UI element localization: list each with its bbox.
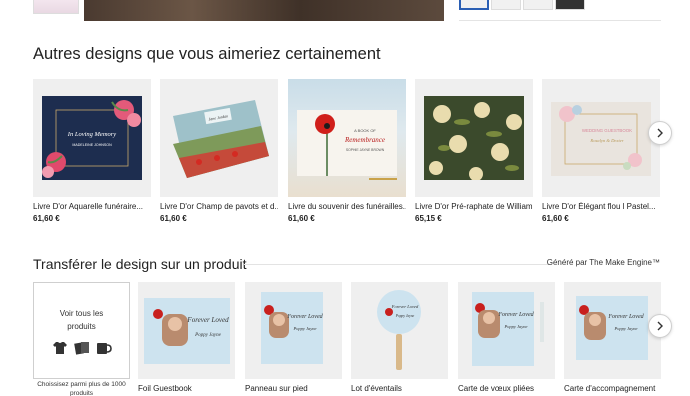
svg-text:Poppy Jayne: Poppy Jayne: [613, 326, 637, 331]
product-tile-name[interactable]: Carte d'accompagnement: [564, 384, 661, 393]
see-all-line1: Voir tous les: [59, 309, 104, 318]
previous-thumbnail[interactable]: [33, 0, 79, 14]
guestbook-poppy-field-image: Jane Jordan: [173, 100, 269, 178]
carousel-next-button[interactable]: [648, 121, 672, 145]
product-tile-image[interactable]: Forever Loved Poppy Jayne: [245, 282, 342, 379]
see-all-caption: Choissisez parmi plus de 1000 produits: [33, 380, 130, 396]
product-price: 61,60 €: [160, 214, 187, 223]
product-name[interactable]: Livre du souvenir des funérailles...: [288, 202, 406, 211]
folded-card-image: Forever Loved Poppy Jayne: [472, 292, 544, 366]
cards-icon: [73, 342, 89, 355]
product-price: 61,60 €: [33, 214, 60, 223]
svg-text:Poppy Jayne: Poppy Jayne: [503, 324, 527, 329]
product-price: 65,15 €: [415, 214, 442, 223]
product-tile-name[interactable]: Lot d'éventails: [351, 384, 448, 393]
see-all-line2: produits: [67, 322, 96, 331]
product-tile[interactable]: Forever Loved Poppy Jayne Carte de vœux …: [458, 282, 555, 393]
foil-guestbook-image: Forever Loved Poppy Jayne: [144, 298, 230, 364]
guestbook-navy-floral-image: In Loving Memory MADELEINE JOHNSON: [42, 96, 142, 180]
make-engine-credit: Généré par The Make Engine™: [546, 258, 660, 267]
product-tile-name[interactable]: Foil Guestbook: [138, 384, 235, 393]
guestbook-pastel-wedding-image: WEDDING GUESTBOOK Rosalyn & Dexter: [551, 102, 651, 176]
guestbook-morris-pattern-image: [424, 96, 524, 180]
see-all-caption-line1: Choissisez parmi plus de 1000: [37, 381, 126, 388]
chevron-right-icon: [657, 128, 663, 138]
product-image[interactable]: In Loving Memory MADELEINE JOHNSON: [33, 79, 151, 197]
product-tile[interactable]: Forever Loved Poppy Jayne Foil Guestbook: [138, 282, 235, 393]
svg-text:Rosalyn & Dexter: Rosalyn & Dexter: [589, 138, 623, 143]
tshirt-icon: [52, 342, 67, 354]
carousel-next-button[interactable]: [648, 314, 672, 338]
product-name[interactable]: Livre D'or Pré-raphate de William...: [415, 202, 533, 211]
product-card[interactable]: A BOOK OF Remembrance SOPHIE JAYNE BROWN…: [288, 79, 406, 223]
svg-text:Forever Loved: Forever Loved: [286, 314, 323, 320]
svg-text:Forever Loved: Forever Loved: [186, 316, 229, 324]
top-strip: [0, 0, 690, 22]
product-image[interactable]: [415, 79, 533, 197]
product-image[interactable]: Jane Jordan: [160, 79, 278, 197]
enclosure-card-image: Forever Loved Poppy Jayne: [576, 296, 648, 360]
section-separator: [244, 264, 550, 265]
product-tile[interactable]: Forever Loved Poppy Jayne Lot d'éventail…: [351, 282, 448, 393]
product-card[interactable]: In Loving Memory MADELEINE JOHNSON Livre…: [33, 79, 151, 223]
svg-text:Poppy Jayne: Poppy Jayne: [395, 314, 415, 318]
svg-text:Remembrance: Remembrance: [344, 136, 385, 144]
product-name[interactable]: Livre D'or Champ de pavots et d...: [160, 202, 278, 211]
hero-image-strip: [84, 0, 444, 21]
svg-text:Forever Loved: Forever Loved: [391, 304, 419, 309]
mug-icon: [96, 343, 112, 354]
svg-text:Poppy Jayne: Poppy Jayne: [292, 326, 316, 331]
svg-text:SOPHIE JAYNE BROWN: SOPHIE JAYNE BROWN: [346, 148, 385, 152]
svg-text:In Loving Memory: In Loving Memory: [67, 131, 116, 138]
product-tile-image[interactable]: Forever Loved Poppy Jayne: [351, 282, 448, 379]
svg-text:A BOOK OF: A BOOK OF: [354, 128, 376, 133]
view-thumbnails: [459, 0, 585, 10]
view-thumbnail[interactable]: [555, 0, 585, 10]
chevron-right-icon: [657, 321, 663, 331]
standing-sign-image: Forever Loved Poppy Jayne: [261, 292, 324, 364]
product-image[interactable]: WEDDING GUESTBOOK Rosalyn & Dexter: [542, 79, 660, 197]
svg-text:Forever Loved: Forever Loved: [607, 314, 644, 320]
view-thumbnail-selected[interactable]: [459, 0, 489, 10]
product-type-icons: [34, 341, 129, 355]
product-tile-image[interactable]: Forever Loved Poppy Jayne: [564, 282, 661, 379]
see-all-products-card[interactable]: Voir tous les produits: [33, 282, 130, 379]
product-name[interactable]: Livre D'or Élégant flou l Pastel...: [542, 202, 660, 211]
svg-text:WEDDING GUESTBOOK: WEDDING GUESTBOOK: [582, 128, 632, 133]
section-title-similar-designs: Autres designs que vous aimeriez certain…: [33, 45, 381, 63]
guestbook-remembrance-image: A BOOK OF Remembrance SOPHIE JAYNE BROWN: [297, 110, 397, 180]
product-tile-name[interactable]: Carte de vœux pliées: [458, 384, 555, 393]
view-thumbnail[interactable]: [523, 0, 553, 10]
product-tile[interactable]: Forever Loved Poppy Jayne Panneau sur pi…: [245, 282, 342, 393]
svg-text:Poppy Jayne: Poppy Jayne: [194, 333, 221, 338]
product-tile[interactable]: Forever Loved Poppy Jayne Carte d'accomp…: [564, 282, 661, 393]
product-card[interactable]: WEDDING GUESTBOOK Rosalyn & Dexter Livre…: [542, 79, 660, 223]
product-tile-image[interactable]: Forever Loved Poppy Jayne: [138, 282, 235, 379]
see-all-caption-line2: produits: [69, 390, 94, 396]
product-price: 61,60 €: [542, 214, 569, 223]
product-tile-image[interactable]: Forever Loved Poppy Jayne: [458, 282, 555, 379]
section-title-transfer-design: Transférer le design sur un produit: [33, 256, 247, 272]
product-card[interactable]: Livre D'or Pré-raphate de William... 65,…: [415, 79, 533, 223]
hand-fan-image: Forever Loved Poppy Jayne: [377, 290, 421, 370]
product-price: 61,60 €: [288, 214, 315, 223]
product-image[interactable]: A BOOK OF Remembrance SOPHIE JAYNE BROWN: [288, 79, 406, 197]
product-card[interactable]: Jane Jordan Livre D'or Champ de pavots e…: [160, 79, 278, 223]
svg-text:Forever Loved: Forever Loved: [497, 312, 534, 318]
product-tile-name[interactable]: Panneau sur pied: [245, 384, 342, 393]
product-name[interactable]: Livre D'or Aquarelle funéraire...: [33, 202, 151, 211]
svg-text:MADELEINE JOHNSON: MADELEINE JOHNSON: [72, 143, 112, 147]
view-thumbnail[interactable]: [491, 0, 521, 10]
divider: [459, 20, 661, 21]
